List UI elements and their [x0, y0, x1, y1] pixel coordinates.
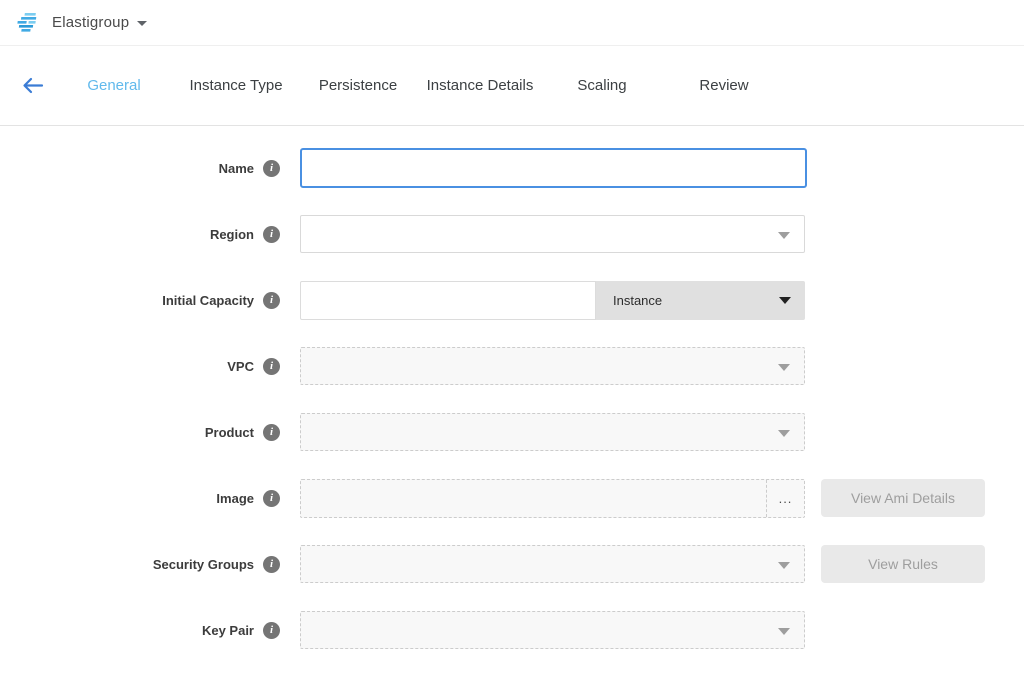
vpc-info-icon[interactable]: i: [263, 358, 280, 375]
wizard-tabs: General Instance Type Persistence Instan…: [53, 77, 785, 94]
image-field[interactable]: ...: [300, 479, 805, 518]
vpc-label: VPC: [227, 359, 254, 374]
security-groups-label: Security Groups: [153, 557, 254, 572]
vpc-caret-down-icon: [778, 364, 790, 371]
initial-capacity-input[interactable]: [300, 281, 596, 320]
image-row: Image i ... View Ami Details: [0, 478, 1024, 518]
key-pair-row: Key Pair i: [0, 610, 1024, 650]
region-label: Region: [210, 227, 254, 242]
capacity-unit-value: Instance: [613, 293, 662, 308]
general-settings-form: Name i Region i Initial Capacity i Insta…: [0, 126, 1024, 650]
capacity-unit-dropdown[interactable]: Instance: [596, 281, 805, 320]
product-label: Product: [205, 425, 254, 440]
initial-capacity-label: Initial Capacity: [162, 293, 254, 308]
wizard-tab-bar: General Instance Type Persistence Instan…: [0, 46, 1024, 126]
name-input[interactable]: [300, 148, 807, 188]
capacity-unit-caret-down-icon: [779, 297, 791, 304]
tab-instance-details[interactable]: Instance Details: [419, 77, 541, 94]
tab-persistence[interactable]: Persistence: [297, 77, 419, 94]
name-row: Name i: [0, 148, 1024, 188]
brand-name[interactable]: Elastigroup: [52, 14, 129, 31]
security-groups-row: Security Groups i View Rules: [0, 544, 1024, 584]
key-pair-label: Key Pair: [202, 623, 254, 638]
key-pair-caret-down-icon: [778, 628, 790, 635]
image-label: Image: [216, 491, 254, 506]
tab-instance-type[interactable]: Instance Type: [175, 77, 297, 94]
vpc-dropdown[interactable]: [300, 347, 805, 385]
name-label: Name: [219, 161, 254, 176]
region-info-icon[interactable]: i: [263, 226, 280, 243]
security-groups-caret-down-icon: [778, 562, 790, 569]
image-browse-ellipsis-icon[interactable]: ...: [766, 480, 804, 517]
region-row: Region i: [0, 214, 1024, 254]
view-rules-button[interactable]: View Rules: [821, 545, 985, 583]
vpc-row: VPC i: [0, 346, 1024, 386]
initial-capacity-info-icon[interactable]: i: [263, 292, 280, 309]
initial-capacity-row: Initial Capacity i Instance: [0, 280, 1024, 320]
product-caret-down-icon: [778, 430, 790, 437]
image-value: [301, 480, 766, 517]
image-info-icon[interactable]: i: [263, 490, 280, 507]
view-ami-details-button[interactable]: View Ami Details: [821, 479, 985, 517]
key-pair-info-icon[interactable]: i: [263, 622, 280, 639]
tab-scaling[interactable]: Scaling: [541, 77, 663, 94]
tab-review[interactable]: Review: [663, 77, 785, 94]
region-dropdown[interactable]: [300, 215, 805, 253]
product-row: Product i: [0, 412, 1024, 452]
tab-general[interactable]: General: [53, 77, 175, 94]
elastigroup-logo-icon: [16, 12, 42, 34]
security-groups-dropdown[interactable]: [300, 545, 805, 583]
name-info-icon[interactable]: i: [263, 160, 280, 177]
product-dropdown[interactable]: [300, 413, 805, 451]
region-caret-down-icon: [778, 232, 790, 239]
brand-caret-down-icon[interactable]: [137, 21, 147, 26]
key-pair-dropdown[interactable]: [300, 611, 805, 649]
security-groups-info-icon[interactable]: i: [263, 556, 280, 573]
top-bar: Elastigroup: [0, 0, 1024, 46]
back-arrow-icon[interactable]: [22, 77, 52, 94]
product-info-icon[interactable]: i: [263, 424, 280, 441]
